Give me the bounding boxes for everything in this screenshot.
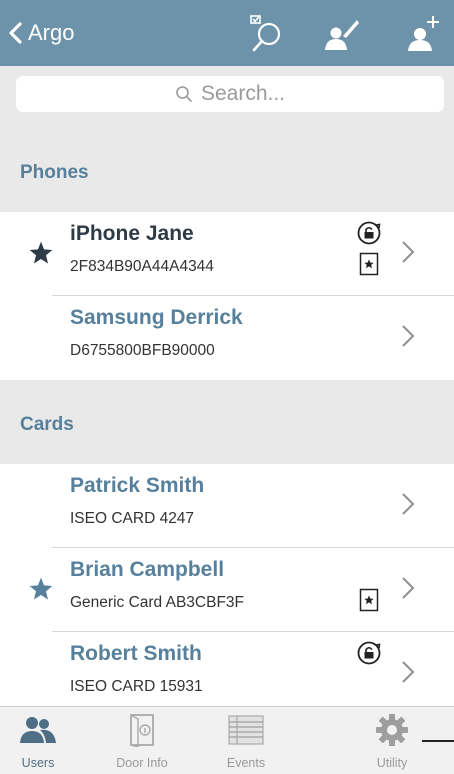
tab-events[interactable]: Events [200, 707, 292, 774]
star-icon [29, 577, 53, 600]
list-item[interactable]: iPhone Jane 2F834B90A44A4344 [0, 212, 454, 296]
section-header-cards: Cards [0, 380, 454, 464]
card-star-icon [359, 252, 379, 276]
section-title: Phones [20, 162, 89, 183]
lock-rotate-icon [357, 641, 381, 665]
list-item[interactable]: Samsung Derrick D6755800BFB90000 [0, 296, 454, 380]
back-button[interactable]: Argo [8, 16, 74, 50]
search-placeholder: Search... [200, 82, 286, 105]
edit-user-icon[interactable] [321, 14, 361, 54]
row-identifier: 2F834B90A44A4344 [70, 258, 214, 275]
lock-rotate-icon [357, 221, 381, 245]
events-list-icon [228, 715, 264, 745]
row-name: Brian Campbell [70, 558, 225, 581]
tab-door-info[interactable]: Door Info [96, 707, 188, 774]
search-icon [176, 86, 193, 103]
back-label: Argo [28, 20, 75, 45]
row-identifier: D6755800BFB90000 [70, 342, 215, 359]
star-icon [29, 241, 53, 264]
door-icon [130, 714, 154, 747]
search-check-icon[interactable] [247, 14, 287, 54]
search-bar-container: Search... [0, 66, 454, 128]
tab-users[interactable]: Users [0, 707, 84, 774]
list-item[interactable]: Brian Campbell Generic Card AB3CBF3F [0, 548, 454, 632]
add-user-icon[interactable] [403, 14, 443, 54]
search-input[interactable]: Search... [16, 76, 444, 112]
tab-label: Utility [376, 756, 408, 770]
chevron-right-icon [402, 577, 415, 599]
chevron-right-icon [402, 241, 415, 263]
row-name: iPhone Jane [70, 222, 194, 245]
list-item[interactable]: Robert Smith ISEO CARD 15931 [0, 632, 454, 706]
chevron-right-icon [402, 493, 415, 515]
chevron-right-icon [402, 325, 415, 347]
tab-label: Users [21, 756, 55, 770]
row-name: Patrick Smith [70, 474, 205, 497]
row-identifier: Generic Card AB3CBF3F [70, 594, 245, 611]
card-star-icon [359, 588, 379, 612]
divider-line [422, 740, 454, 742]
row-name: Samsung Derrick [70, 306, 243, 329]
users-icon [20, 717, 56, 743]
section-title: Cards [20, 414, 74, 435]
list-item[interactable]: Patrick Smith ISEO CARD 4247 [0, 464, 454, 548]
tab-bar: Users Door Info Events Utility [0, 706, 454, 774]
row-name: Robert Smith [70, 642, 202, 665]
tab-label: Door Info [116, 756, 168, 770]
row-identifier: ISEO CARD 15931 [70, 678, 203, 695]
navigation-bar: Argo [0, 0, 454, 66]
chevron-right-icon [402, 661, 415, 683]
tab-label: Events [226, 756, 266, 770]
section-header-phones: Phones [0, 128, 454, 212]
chevron-left-icon [9, 22, 22, 44]
row-identifier: ISEO CARD 4247 [70, 510, 195, 527]
gear-icon [376, 714, 408, 746]
